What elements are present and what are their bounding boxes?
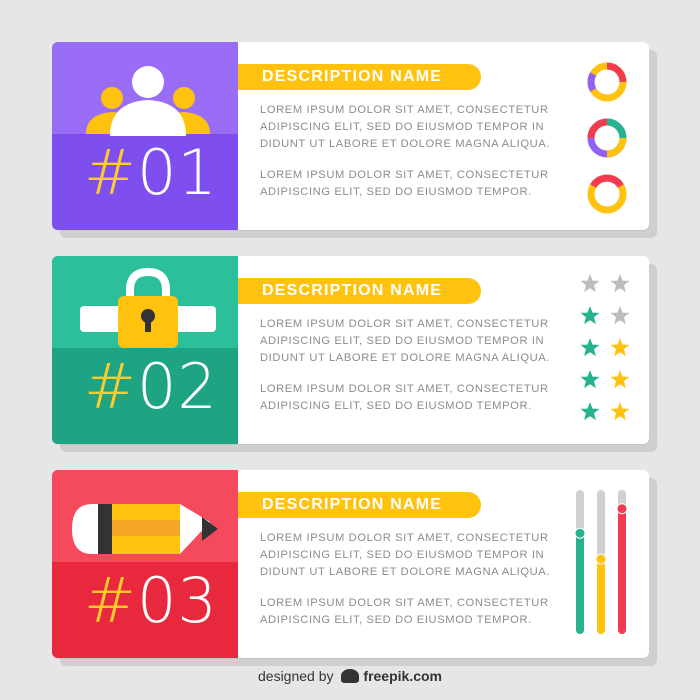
designed-by-text: designed by <box>258 668 334 684</box>
footer-credit: designed by freepik.com <box>0 668 700 684</box>
number-digits: 01 <box>136 136 218 209</box>
banner-number: #03 <box>84 570 218 632</box>
star-icon <box>580 402 600 420</box>
slider-knob[interactable] <box>574 527 586 539</box>
donut-chart-1 <box>587 62 627 102</box>
star-icon <box>610 402 630 420</box>
banner-title: DESCRIPTION NAME <box>262 282 443 299</box>
slider-fill <box>597 559 605 634</box>
donut-chart-2 <box>587 118 627 158</box>
number-hash: # <box>84 564 137 637</box>
star-icon <box>580 370 600 389</box>
banner-title: DESCRIPTION NAME <box>262 68 443 85</box>
number-hash: # <box>84 350 137 423</box>
banner-card: #02 DESCRIPTION NAME LOREM IPSUM DOLOR S… <box>52 256 649 444</box>
banner-card: #03 DESCRIPTION NAME LOREM IPSUM DOLOR S… <box>52 470 649 658</box>
donut-chart-3 <box>587 174 627 214</box>
banner-number: #02 <box>84 356 218 418</box>
star-icon <box>610 370 630 389</box>
brand-name: freepik.com <box>363 668 442 684</box>
number-digits: 02 <box>136 350 218 423</box>
slider-knob[interactable] <box>595 553 607 565</box>
people-group-icon <box>86 66 210 136</box>
pencil-icon <box>72 504 218 554</box>
paragraph-1: LOREM IPSUM DOLOR SIT AMET, CONSECTETUR … <box>260 104 551 150</box>
banner-title: DESCRIPTION NAME <box>262 496 443 513</box>
star-icon <box>610 274 630 293</box>
paragraph-2: LOREM IPSUM DOLOR SIT AMET, CONSECTETUR … <box>260 169 549 198</box>
slider-knob[interactable] <box>616 503 628 515</box>
banner-card: #01 DESCRIPTION NAME LOREM IPSUM DOLOR S… <box>52 42 649 230</box>
title-pill: DESCRIPTION NAME <box>238 278 481 304</box>
paragraph-2: LOREM IPSUM DOLOR SIT AMET, CONSECTETUR … <box>260 597 549 626</box>
banner-color-panel: #03 <box>52 470 238 658</box>
donut-charts <box>587 62 627 214</box>
banner-2: #02 DESCRIPTION NAME LOREM IPSUM DOLOR S… <box>52 256 657 452</box>
padlock-icon <box>80 268 216 348</box>
vertical-sliders <box>574 490 628 634</box>
banner-1: #01 DESCRIPTION NAME LOREM IPSUM DOLOR S… <box>52 42 657 238</box>
banner-3: #03 DESCRIPTION NAME LOREM IPSUM DOLOR S… <box>52 470 657 666</box>
paragraph-1: LOREM IPSUM DOLOR SIT AMET, CONSECTETUR … <box>260 532 551 578</box>
star-icon <box>610 306 630 325</box>
slider-fill <box>576 533 584 634</box>
freepik-logo-icon <box>341 669 360 683</box>
banner-number: #01 <box>84 142 218 204</box>
title-pill: DESCRIPTION NAME <box>238 492 481 518</box>
star-icon <box>580 306 600 325</box>
star-icon <box>580 338 600 357</box>
banner-color-panel: #02 <box>52 256 238 444</box>
paragraph-2: LOREM IPSUM DOLOR SIT AMET, CONSECTETUR … <box>260 383 549 412</box>
number-digits: 03 <box>136 564 218 637</box>
number-hash: # <box>84 136 137 209</box>
paragraph-1: LOREM IPSUM DOLOR SIT AMET, CONSECTETUR … <box>260 318 551 364</box>
star-icon <box>610 338 630 357</box>
slider-fill <box>618 508 626 634</box>
star-icon <box>580 274 600 293</box>
title-pill: DESCRIPTION NAME <box>238 64 481 90</box>
banner-color-panel: #01 <box>52 42 238 230</box>
star-rating-grid <box>580 274 630 420</box>
